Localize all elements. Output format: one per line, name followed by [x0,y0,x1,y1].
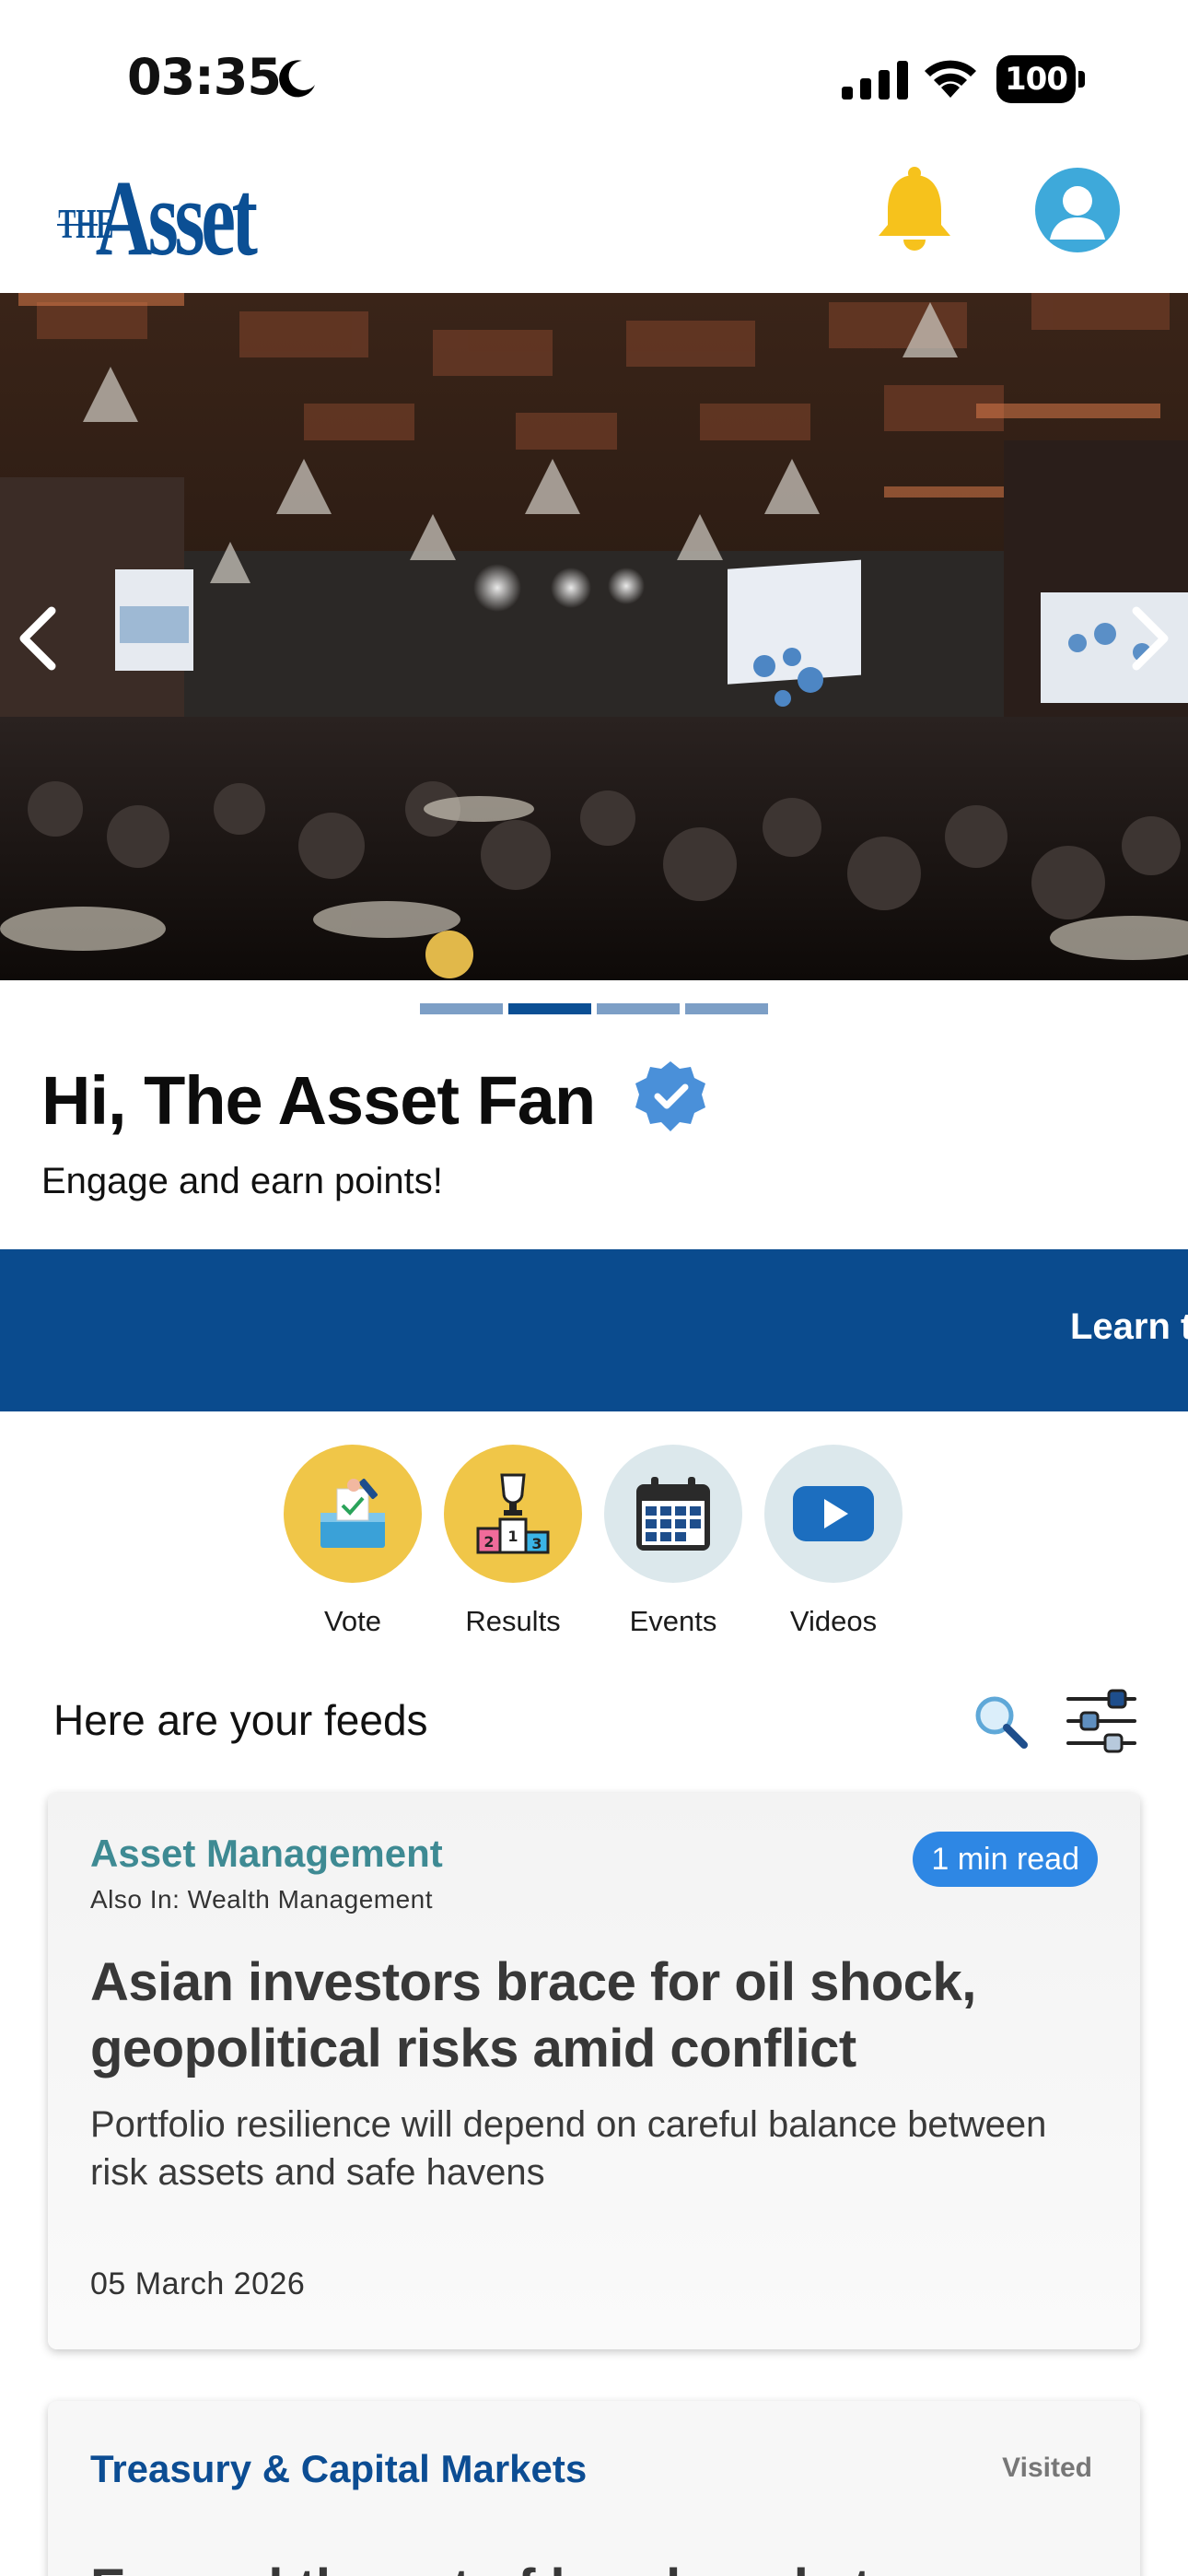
action-label: Vote [323,1605,382,1637]
promo-banner[interactable]: Learn t [0,1249,1188,1411]
svg-text:2: 2 [483,1533,494,1551]
carousel-dot[interactable] [420,1003,503,1014]
feed-category[interactable]: Asset Management [90,1832,443,1876]
calendar-icon [604,1445,742,1583]
svg-text:Asset: Asset [96,158,258,267]
search-icon[interactable] [971,1692,1030,1751]
feed-summary: Portfolio resilience will depend on care… [90,2104,1047,2193]
feed-card[interactable]: Treasury & Capital Markets Visited Expan… [48,2401,1140,2576]
results-button[interactable]: 2 1 3 Results [444,1445,582,1638]
visited-status: Visited [1002,2453,1092,2483]
carousel-prev-arrow-icon[interactable] [7,597,72,680]
wifi-icon [925,60,976,98]
app-header: THE Asset [0,147,1188,293]
carousel-indicators [420,1003,768,1014]
cellular-signal-icon [842,61,908,100]
ballot-box-icon [284,1445,422,1583]
feed-category[interactable]: Treasury & Capital Markets [90,2447,587,2491]
play-video-icon [764,1445,903,1583]
quick-actions: Vote 2 1 3 Results Events Videos [284,1445,903,1638]
status-bar: 03:35 100 [0,0,1188,157]
feed-headline[interactable]: Expand the set of bond market [90,2558,871,2576]
hero-carousel[interactable] [0,293,1188,980]
trophy-podium-icon: 2 1 3 [444,1445,582,1583]
banner-text: Learn t [1070,1306,1188,1347]
the-asset-logo[interactable]: THE Asset [57,157,278,267]
carousel-dot[interactable] [685,1003,768,1014]
battery-level: 100 [996,55,1076,103]
battery-icon: 100 [996,55,1085,103]
verified-badge-icon [635,1061,705,1131]
greeting-subtitle: Engage and earn points! [41,1161,443,1201]
read-time-badge: 1 min read [913,1832,1098,1887]
status-time: 03:35 [127,48,282,106]
hero-image [0,293,1188,980]
carousel-next-arrow-icon[interactable] [1116,597,1181,680]
feeds-heading: Here are your feeds [53,1696,428,1744]
greeting-title: Hi, The Asset Fan [41,1062,596,1139]
feed-headline[interactable]: Asian investors brace for oil shock, geo… [90,1950,1085,2082]
filter-sliders-icon[interactable] [1065,1688,1138,1754]
notification-bell-icon[interactable] [873,162,956,254]
feed-also-in: Also In: Wealth Management [90,1885,434,1914]
action-label: Videos [789,1605,878,1637]
profile-avatar-icon[interactable] [1035,168,1120,252]
carousel-dot[interactable] [597,1003,680,1014]
vote-button[interactable]: Vote [284,1445,422,1638]
feed-card[interactable]: Asset Management Also In: Wealth Managem… [48,1793,1140,2349]
svg-text:1: 1 [507,1528,518,1545]
svg-text:3: 3 [531,1535,542,1552]
action-label: Events [629,1605,717,1637]
carousel-dot-active[interactable] [508,1003,591,1014]
moon-icon [279,60,315,98]
action-label: Results [465,1605,561,1637]
events-button[interactable]: Events [604,1445,742,1638]
feed-date: 05 March 2026 [90,2266,306,2301]
videos-button[interactable]: Videos [764,1445,903,1638]
